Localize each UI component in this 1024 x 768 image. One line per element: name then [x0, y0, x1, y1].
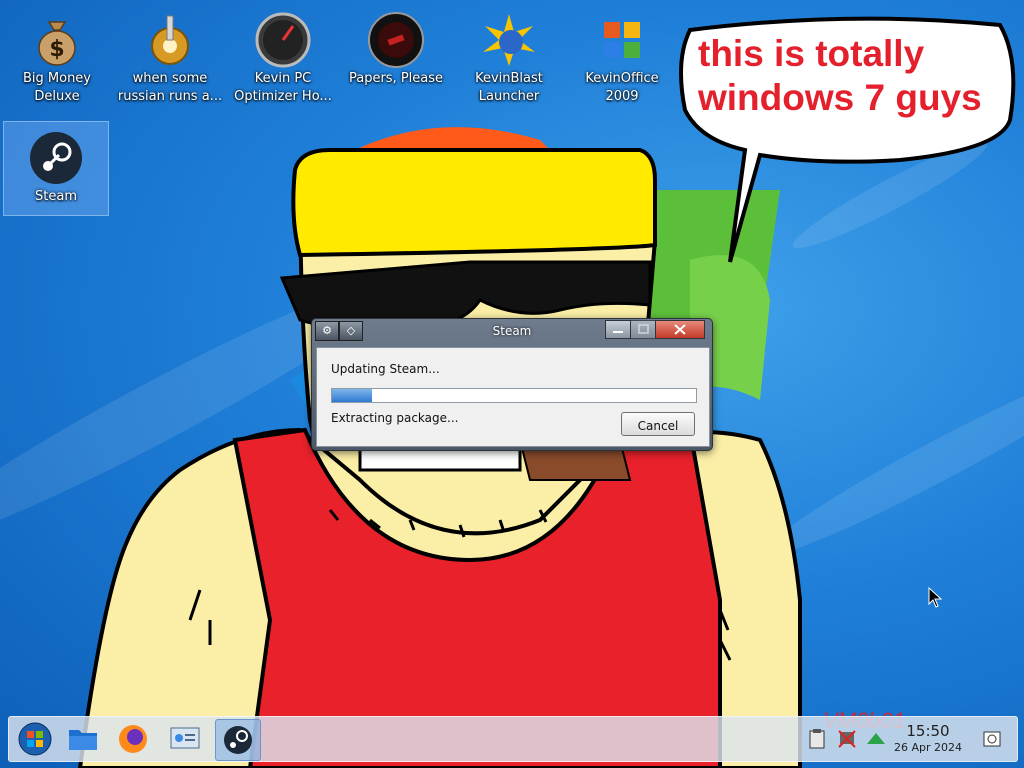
show-desktop-icon[interactable] — [981, 728, 1003, 750]
office-icon — [604, 22, 640, 58]
close-icon — [674, 324, 686, 335]
desktop-icon-label: when some russian runs a... — [117, 71, 223, 104]
network-disconnected-icon[interactable] — [836, 728, 858, 750]
clock-date: 26 Apr 2024 — [893, 741, 962, 754]
progress-fill — [332, 389, 373, 402]
desktop-icon-label: Papers, Please — [348, 71, 444, 86]
money-bag-icon: $ — [38, 21, 76, 66]
steam-icon — [30, 132, 82, 184]
bubble-text: this is totally windows 7 guys — [698, 33, 982, 118]
desktop-icon-label: Steam — [35, 189, 77, 204]
window-titlebar[interactable]: ⚙ ◇ Steam — [312, 319, 712, 345]
folder-icon — [69, 730, 97, 750]
clipboard-icon[interactable] — [806, 728, 828, 750]
desktop-icon-label: Big Money Deluxe — [22, 71, 91, 104]
desktop-icon-steam[interactable]: Steam — [3, 121, 109, 216]
desktop-icon-kevinoffice-2009[interactable]: KevinOffice 2009 — [567, 4, 677, 106]
desktop-icon-label: KevinOffice 2009 — [585, 71, 659, 104]
steam-icon — [224, 726, 252, 754]
minimize-icon — [613, 331, 623, 333]
desktop-icon-papers-please[interactable]: Papers, Please — [341, 4, 451, 88]
cancel-button[interactable]: Cancel — [621, 412, 695, 436]
update-status-label: Updating Steam... — [331, 362, 440, 376]
maximize-icon — [638, 324, 649, 334]
desktop-icon-big-money-deluxe[interactable]: $ Big Money Deluxe — [2, 4, 112, 106]
mouse-cursor-icon — [928, 587, 942, 608]
taskbar: 15:50 26 Apr 2024 — [8, 716, 1018, 762]
taskbar-steam[interactable] — [215, 719, 261, 761]
taskbar-file-manager[interactable] — [61, 719, 105, 759]
system-settings-icon — [170, 727, 200, 749]
desktop-icon-kevinblast-launcher[interactable]: KevinBlast Launcher — [454, 4, 564, 106]
desktop-icon-russian-runs[interactable]: when some russian runs a... — [115, 4, 225, 106]
start-orb-icon — [18, 722, 52, 756]
taskbar-system-settings[interactable] — [163, 719, 207, 759]
system-clock[interactable]: 15:50 26 Apr 2024 — [893, 722, 963, 755]
kevinblast-icon — [483, 14, 535, 66]
steam-update-window[interactable]: ⚙ ◇ Steam Updating Steam... Extracting p… — [311, 318, 713, 451]
clock-time: 15:50 — [906, 722, 950, 740]
taskbar-firefox[interactable] — [111, 719, 155, 759]
speedometer-icon — [255, 12, 311, 68]
close-button[interactable] — [655, 320, 705, 339]
desktop-icon-label: Kevin PC Optimizer Ho... — [234, 71, 332, 104]
start-button[interactable] — [13, 719, 57, 759]
minimize-button[interactable] — [605, 320, 631, 339]
window-client-area: Updating Steam... Extracting package... … — [316, 347, 710, 447]
maximize-button[interactable] — [630, 320, 656, 339]
update-progress-bar — [331, 388, 697, 403]
desktop-icon-label: KevinBlast Launcher — [475, 71, 543, 104]
papers-please-icon — [368, 12, 424, 68]
svg-text:$: $ — [49, 37, 64, 62]
gear-icon — [151, 15, 189, 65]
firefox-icon — [119, 725, 147, 753]
desktop-icon-kevin-pc-optimizer[interactable]: Kevin PC Optimizer Ho... — [228, 4, 338, 106]
updates-arrow-icon[interactable] — [865, 728, 887, 750]
extract-status-label: Extracting package... — [331, 411, 459, 425]
